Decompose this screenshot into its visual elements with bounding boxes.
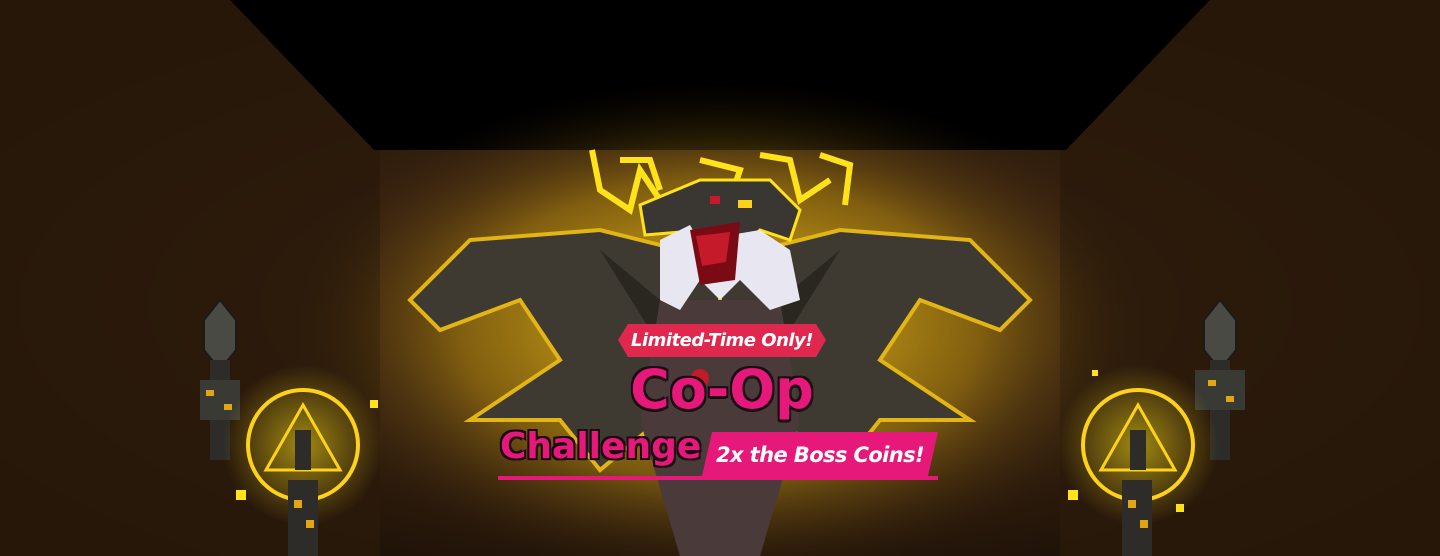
- game-background: [0, 0, 1440, 556]
